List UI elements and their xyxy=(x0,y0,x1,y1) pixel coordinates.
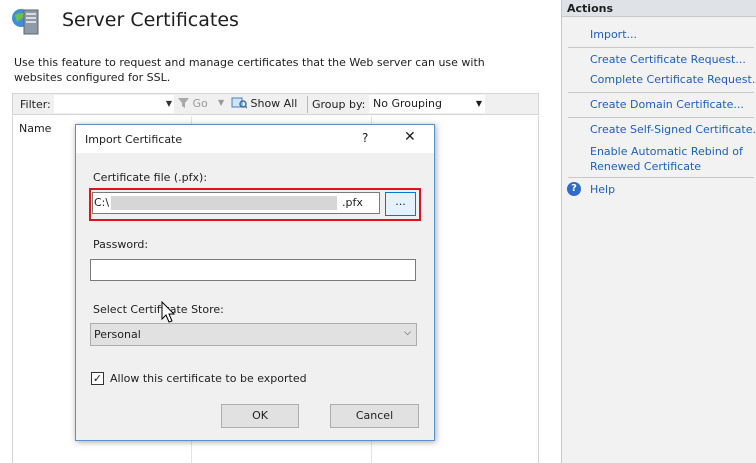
go-dropdown-icon[interactable]: ▼ xyxy=(218,98,224,107)
dialog-help-button[interactable]: ? xyxy=(362,131,368,145)
mouse-pointer-icon xyxy=(161,301,176,323)
store-label: Select Certificate Store: xyxy=(93,303,224,316)
actions-divider xyxy=(568,117,754,118)
complete-certificate-request-link[interactable]: Complete Certificate Request... xyxy=(590,72,756,87)
import-link[interactable]: Import... xyxy=(590,27,637,42)
create-certificate-request-link[interactable]: Create Certificate Request... xyxy=(590,52,746,67)
redacted-path xyxy=(111,196,337,210)
show-all-icon xyxy=(231,97,247,109)
import-certificate-dialog: Import Certificate ? ✕ Certificate file … xyxy=(75,124,435,441)
help-icon: ? xyxy=(567,182,581,196)
cert-file-suffix: .pfx xyxy=(342,196,363,209)
cert-file-input[interactable]: C:\ .pfx xyxy=(92,192,380,214)
group-by-value: No Grouping xyxy=(373,97,442,110)
dialog-titlebar[interactable]: Import Certificate ? ✕ xyxy=(76,125,434,153)
filter-toolbar: Filter: ▼ Go ▼ Show All Group by: No Gro… xyxy=(12,93,539,115)
enable-automatic-rebind-link-line2[interactable]: Renewed Certificate xyxy=(590,159,701,174)
export-checkbox[interactable]: ✓ xyxy=(91,372,104,385)
actions-divider xyxy=(568,92,754,93)
dialog-title: Import Certificate xyxy=(85,133,183,146)
toolbar-divider xyxy=(307,96,308,113)
group-by-combobox[interactable]: No Grouping ▼ xyxy=(369,95,485,113)
page-description: Use this feature to request and manage c… xyxy=(14,56,485,84)
server-certificate-icon xyxy=(12,9,39,35)
filter-combobox[interactable]: ▼ xyxy=(54,95,174,113)
cert-file-prefix: C:\ xyxy=(94,196,110,209)
create-self-signed-certificate-link[interactable]: Create Self-Signed Certificate... xyxy=(590,122,756,137)
chevron-down-icon[interactable]: ▼ xyxy=(166,99,172,108)
show-all-label: Show All xyxy=(250,97,298,110)
close-icon[interactable]: ✕ xyxy=(404,129,416,145)
cert-file-label: Certificate file (.pfx): xyxy=(93,171,208,184)
go-button[interactable]: Go xyxy=(178,97,208,110)
create-domain-certificate-link[interactable]: Create Domain Certificate... xyxy=(590,97,744,112)
show-all-button[interactable]: Show All xyxy=(231,97,297,110)
browse-button[interactable]: ... xyxy=(385,192,416,216)
column-header-name[interactable]: Name xyxy=(19,122,51,135)
filter-label: Filter: xyxy=(20,98,51,111)
chevron-down-icon[interactable]: ▼ xyxy=(476,99,482,108)
enable-automatic-rebind-link[interactable]: Enable Automatic Rebind of xyxy=(590,144,743,159)
go-label: Go xyxy=(192,97,208,110)
certificate-store-select[interactable]: Personal ⌵ xyxy=(90,323,417,346)
password-label: Password: xyxy=(93,238,149,251)
actions-divider xyxy=(568,47,754,48)
help-link[interactable]: Help xyxy=(590,182,615,197)
cancel-button[interactable]: Cancel xyxy=(330,404,419,428)
actions-panel: Actions Import... Create Certificate Req… xyxy=(561,0,756,463)
actions-divider xyxy=(568,177,754,178)
chevron-down-icon[interactable]: ⌵ xyxy=(404,328,411,338)
actions-header: Actions xyxy=(562,0,756,17)
export-checkbox-label[interactable]: Allow this certificate to be exported xyxy=(110,372,307,385)
funnel-icon xyxy=(178,98,189,108)
store-value: Personal xyxy=(94,328,141,341)
group-by-label: Group by: xyxy=(312,98,366,111)
password-field[interactable] xyxy=(90,259,416,281)
ok-button[interactable]: OK xyxy=(221,404,299,428)
page-title: Server Certificates xyxy=(62,9,239,31)
